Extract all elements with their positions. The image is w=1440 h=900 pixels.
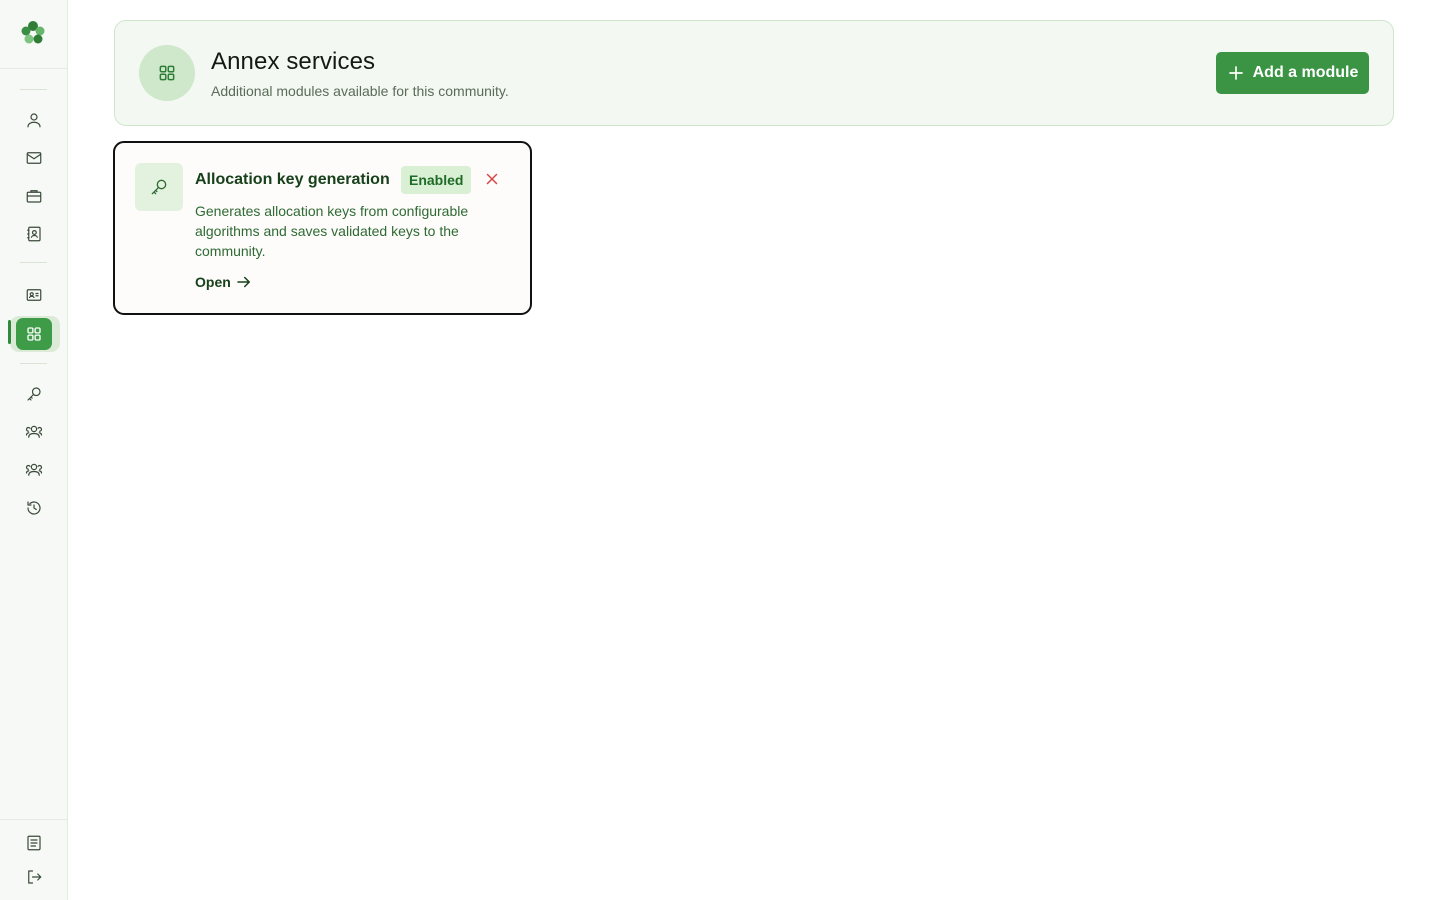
sidebar-item-briefcase[interactable] (20, 182, 48, 210)
sidebar-item-history[interactable] (20, 494, 48, 522)
grid-icon (139, 45, 195, 101)
key-icon (27, 387, 41, 401)
sidebar-item-logout[interactable] (20, 863, 48, 891)
plus-icon (1228, 66, 1243, 80)
open-module-link[interactable]: Open (195, 273, 253, 291)
logo-icon[interactable] (17, 17, 49, 49)
history-icon (27, 501, 41, 515)
module-description: Generates allocation keys from configura… (195, 203, 469, 259)
briefcase-icon (26, 190, 42, 203)
sidebar-active-indicator (8, 320, 11, 344)
sidebar-divider (0, 819, 68, 820)
open-module-label: Open (195, 274, 231, 290)
group-icon (25, 463, 43, 476)
arrow-right-icon (237, 276, 250, 288)
document-icon (27, 835, 41, 851)
group-icon (25, 425, 43, 438)
close-icon (486, 173, 498, 185)
sidebar-item-id-card[interactable] (20, 281, 48, 309)
sidebar-item-group-2[interactable] (20, 456, 48, 484)
person-icon (27, 113, 41, 128)
logout-icon (28, 870, 42, 884)
page-title: Annex services (211, 48, 376, 75)
key-icon (135, 163, 183, 211)
sidebar-item-contacts[interactable] (20, 220, 48, 248)
sidebar-divider (0, 68, 68, 69)
remove-module-button[interactable] (483, 170, 501, 188)
id-card-icon (26, 289, 42, 301)
sidebar-item-document[interactable] (20, 829, 48, 857)
sidebar-item-group-1[interactable] (20, 418, 48, 446)
module-title: Allocation key generation (195, 171, 390, 188)
sidebar-item-person[interactable] (20, 106, 48, 134)
status-badge: Enabled (401, 166, 472, 194)
sidebar-item-mail[interactable] (20, 144, 48, 172)
sidebar-divider (20, 89, 47, 90)
sidebar-divider (20, 262, 47, 263)
mail-icon (26, 152, 42, 164)
contact-book-icon (27, 226, 41, 242)
grid-icon (27, 327, 41, 341)
module-card[interactable]: Allocation key generation Enabled Genera… (113, 141, 532, 315)
add-module-button[interactable]: Add a module (1216, 52, 1369, 94)
page-subtitle: Additional modules available for this co… (211, 83, 509, 99)
sidebar (0, 0, 68, 900)
sidebar-divider (20, 363, 47, 364)
add-module-label: Add a module (1252, 64, 1359, 81)
page-header: Annex services Additional modules availa… (114, 20, 1394, 126)
sidebar-item-annex-services[interactable] (16, 318, 52, 350)
sidebar-item-keys[interactable] (20, 380, 48, 408)
